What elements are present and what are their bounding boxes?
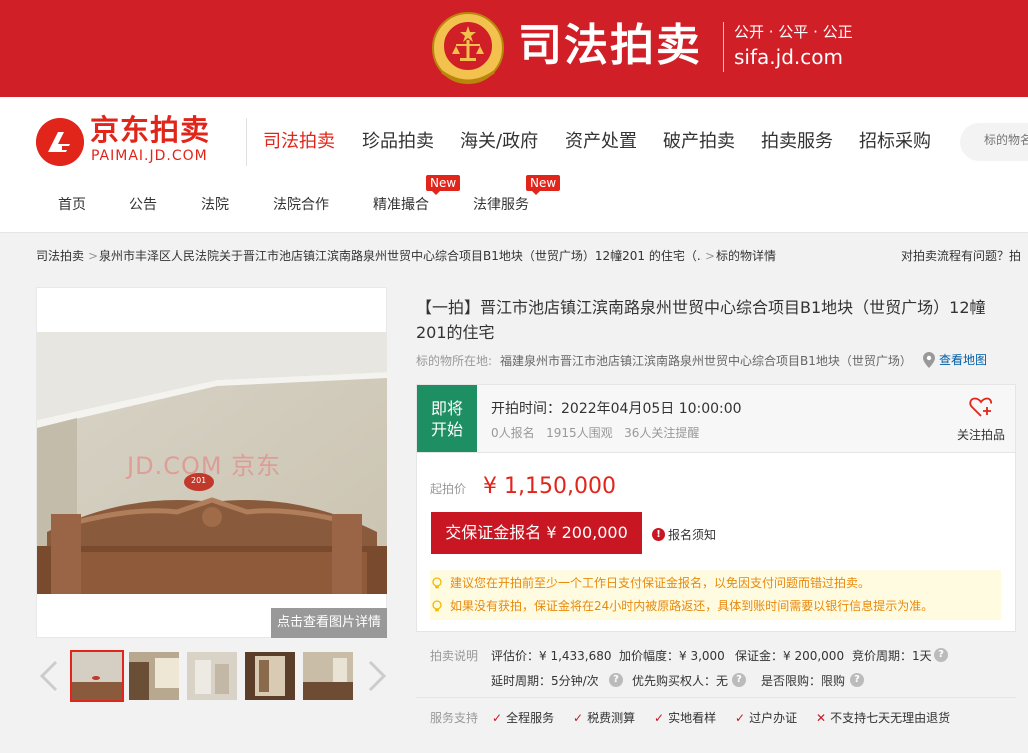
location-label: 标的物所在地: bbox=[416, 354, 493, 368]
breadcrumb-court-notice[interactable]: 泉州市丰泽区人民法院关于晋江市池店镇江滨南路泉州世贸中心综合项目B1地块（世贸广… bbox=[99, 248, 702, 264]
service-label: 过户办证 bbox=[749, 711, 798, 725]
nav-judicial-auction[interactable]: 司法拍卖 bbox=[263, 130, 335, 154]
thumbnail-5[interactable] bbox=[303, 652, 353, 700]
service-support-label: 服务支持 bbox=[430, 711, 479, 725]
view-image-details-button[interactable]: 点击查看图片详情 bbox=[271, 608, 387, 638]
banner-slogan: 公开 · 公平 · 公正 bbox=[734, 23, 853, 41]
help-icon[interactable]: ? bbox=[732, 673, 746, 687]
breadcrumb-current: 标的物详情 bbox=[716, 249, 777, 263]
banner-url[interactable]: sifa.jd.com bbox=[734, 44, 843, 70]
section-divider bbox=[416, 697, 1016, 698]
court-emblem-icon bbox=[432, 12, 504, 84]
appraisal-value: 评估价：¥ 1,433,680 bbox=[491, 649, 612, 663]
cross-icon: ✕ bbox=[816, 711, 827, 725]
status-line-2: 开始 bbox=[430, 420, 463, 439]
new-badge: New bbox=[526, 175, 561, 195]
process-help-link[interactable]: 对拍卖流程有问题？拍 bbox=[901, 248, 1021, 264]
subnav-precise-matching[interactable]: 精准撮合 bbox=[373, 196, 429, 214]
preemptive-buyer: 优先购买权人：无 bbox=[632, 674, 729, 688]
auction-stats: 0人报名 1915人围观 36人关注提醒 bbox=[491, 425, 699, 441]
service-label: 不支持七天无理由退货 bbox=[830, 711, 951, 725]
chevron-right-icon[interactable] bbox=[364, 658, 390, 694]
nav-bankruptcy-auction[interactable]: 破产拍卖 bbox=[663, 130, 735, 154]
thumbnail-1[interactable] bbox=[70, 650, 124, 702]
alert-icon: ! bbox=[652, 528, 665, 541]
location-value: 福建泉州市晋江市池店镇江滨南路泉州世贸中心综合项目B1地块（世贸广场）... bbox=[500, 354, 910, 368]
lightbulb-icon bbox=[432, 577, 442, 589]
service-transfer-registration: ✓ 过户办证 bbox=[735, 710, 797, 726]
lightbulb-icon bbox=[432, 600, 442, 612]
logo-domain[interactable]: PAIMAI.JD.COM bbox=[91, 148, 208, 164]
signup-count: 0人报名 bbox=[491, 426, 535, 440]
extension-period: 延时周期：5分钟/次 bbox=[491, 674, 599, 688]
help-icon[interactable]: ? bbox=[609, 673, 623, 687]
nav-customs-government[interactable]: 海关/政府 bbox=[460, 130, 538, 154]
subnav-legal-services[interactable]: 法律服务 bbox=[473, 196, 529, 214]
chevron-left-icon[interactable] bbox=[36, 658, 62, 694]
new-badge: New bbox=[426, 175, 461, 195]
tip-text: 建议您在开拍前至少一个工作日支付保证金报名，以免因支付问题而错过拍卖。 bbox=[450, 576, 871, 590]
item-title: 【一拍】晋江市池店镇江滨南路泉州世贸中心综合项目B1地块（世贸广场）12幢201… bbox=[416, 298, 986, 342]
auction-status-badge: 即将 开始 bbox=[417, 385, 477, 452]
help-icon[interactable]: ? bbox=[934, 648, 948, 662]
bidding-period: 竞价周期：1天 bbox=[852, 649, 932, 663]
banner-divider bbox=[723, 22, 724, 72]
logo-name[interactable]: 京东拍卖 bbox=[90, 113, 210, 147]
breadcrumb-separator: > bbox=[705, 249, 716, 263]
service-no-return: ✕ 不支持七天无理由退货 bbox=[816, 710, 950, 726]
status-line-1: 即将 bbox=[430, 399, 463, 418]
subnav-home[interactable]: 首页 bbox=[58, 196, 86, 214]
map-pin-icon[interactable] bbox=[923, 352, 935, 368]
nav-asset-disposal[interactable]: 资产处置 bbox=[565, 130, 637, 154]
reminder-count: 36人关注提醒 bbox=[624, 426, 700, 440]
search-input[interactable] bbox=[984, 133, 1028, 147]
subnav-announcements[interactable]: 公告 bbox=[129, 196, 157, 214]
purchase-restriction: 是否限购：限购 bbox=[761, 674, 846, 688]
check-icon: ✓ bbox=[492, 711, 503, 725]
auction-status-bar bbox=[417, 385, 1015, 453]
help-icon[interactable]: ? bbox=[850, 673, 864, 687]
nav-auction-services[interactable]: 拍卖服务 bbox=[761, 130, 833, 154]
view-count: 1915人围观 bbox=[546, 426, 613, 440]
jd-auction-logo-icon[interactable] bbox=[36, 118, 84, 166]
breadcrumb-judicial-auction[interactable]: 司法拍卖 bbox=[36, 248, 84, 264]
tip-text: 如果没有获拍，保证金将在24小时内被原路返还，具体到账时间需要以银行信息提示为准… bbox=[450, 599, 934, 613]
follow-item-button[interactable]: 关注拍品 bbox=[957, 427, 1005, 443]
door-number-plate: 201 bbox=[191, 476, 207, 485]
deposit-amount: 保证金：¥ 200,000 bbox=[735, 649, 845, 663]
auction-details-label: 拍卖说明 bbox=[430, 649, 479, 663]
service-label: 税费测算 bbox=[587, 711, 636, 725]
pay-deposit-register-button[interactable]: 交保证金报名 ¥ 200,000 bbox=[431, 512, 642, 554]
banner-title: 司法拍卖 bbox=[518, 20, 702, 71]
view-map-link[interactable]: 查看地图 bbox=[939, 352, 987, 368]
service-tax-calculation: ✓ 税费测算 bbox=[573, 710, 635, 726]
starting-price-value: ¥ 1,150,000 bbox=[483, 474, 616, 499]
service-site-viewing: ✓ 实地看样 bbox=[654, 710, 716, 726]
service-label: 实地看样 bbox=[668, 711, 717, 725]
thumbnail-3[interactable] bbox=[187, 652, 237, 700]
top-banner bbox=[0, 0, 1028, 97]
thumbnail-4[interactable] bbox=[245, 652, 295, 700]
check-icon: ✓ bbox=[573, 711, 584, 725]
heart-plus-icon[interactable] bbox=[969, 396, 993, 418]
subnav-courts[interactable]: 法院 bbox=[201, 196, 229, 214]
breadcrumb-separator: > bbox=[88, 249, 99, 263]
nav-treasure-auction[interactable]: 珍品拍卖 bbox=[362, 130, 434, 154]
bid-increment: 加价幅度：¥ 3,000 bbox=[619, 649, 725, 663]
service-label: 全程服务 bbox=[506, 711, 555, 725]
start-time: 开拍时间：2022年04月05日 10:00:00 bbox=[491, 401, 742, 417]
service-full-process: ✓ 全程服务 bbox=[492, 710, 554, 726]
subnav-court-cooperation[interactable]: 法院合作 bbox=[273, 196, 329, 214]
thumbnail-2[interactable] bbox=[129, 652, 179, 700]
logo-divider bbox=[246, 118, 247, 166]
check-icon: ✓ bbox=[654, 711, 665, 725]
registration-notice-link[interactable]: 报名须知 bbox=[668, 527, 716, 543]
check-icon: ✓ bbox=[735, 711, 746, 725]
starting-price-label: 起拍价 bbox=[430, 482, 467, 496]
nav-tender-procurement[interactable]: 招标采购 bbox=[859, 130, 931, 154]
